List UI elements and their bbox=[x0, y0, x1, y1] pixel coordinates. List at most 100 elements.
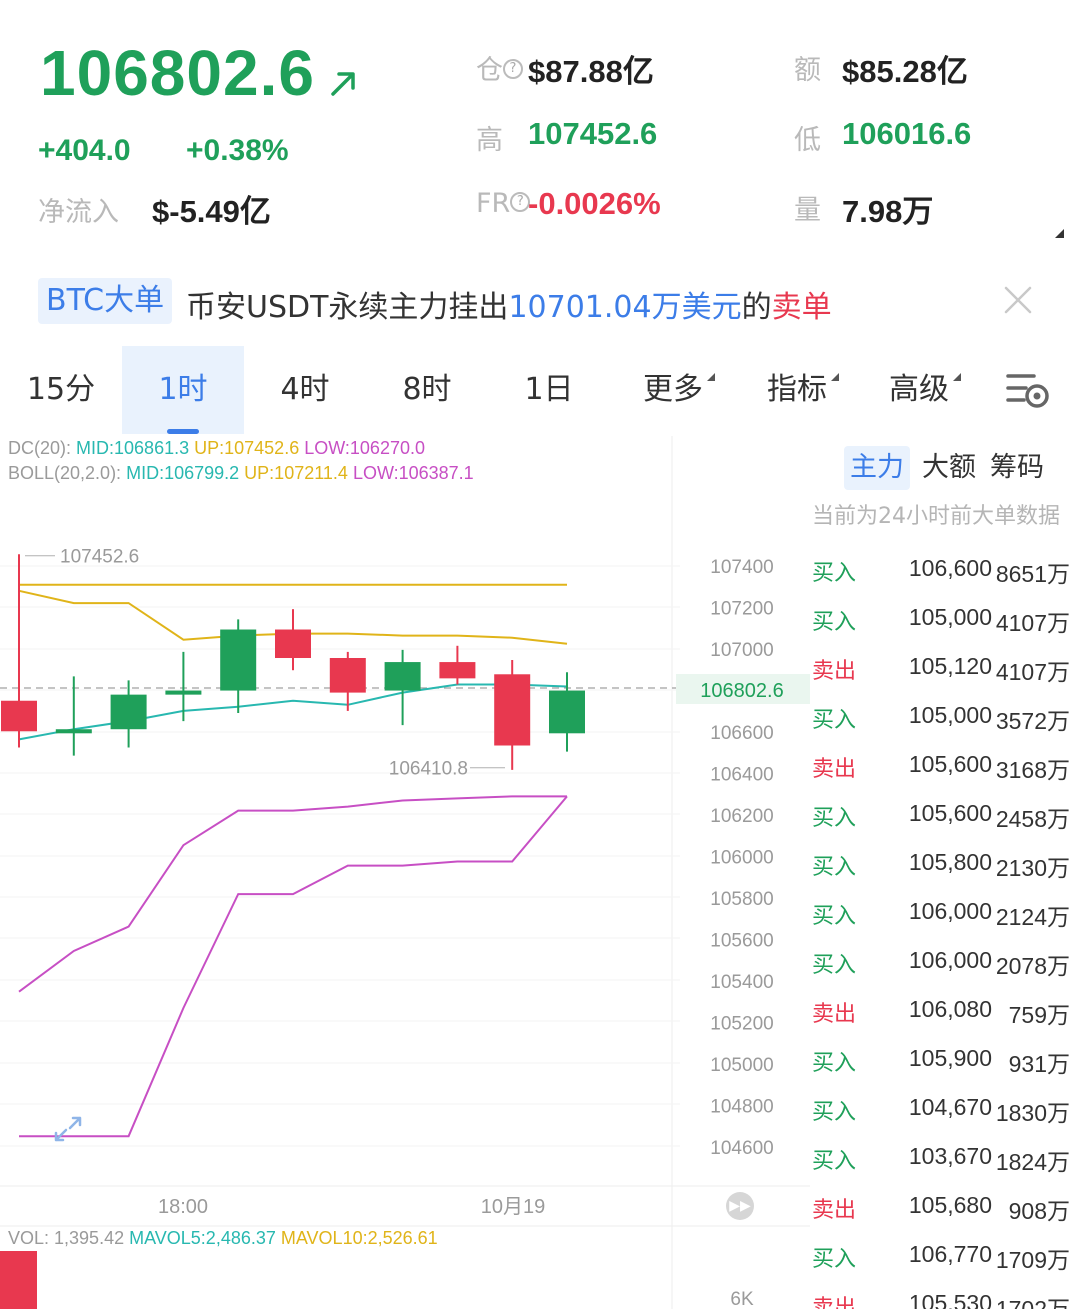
candlestick-chart[interactable]: 107400 107200 107000 106600 106400 106200 1060… bbox=[0, 436, 810, 1309]
tab-1h[interactable]: 1时 bbox=[122, 346, 244, 434]
order-row[interactable]: 买入 105,000 4107万 bbox=[812, 604, 1074, 653]
order-row[interactable]: 卖出 105,600 3168万 bbox=[812, 751, 1074, 800]
help-icon[interactable]: ? bbox=[503, 58, 523, 79]
turnover-value: $85.28亿 bbox=[842, 54, 968, 89]
order-price: 105,000 bbox=[908, 702, 992, 728]
order-row[interactable]: 卖出 105,680 908万 bbox=[812, 1192, 1074, 1241]
order-price: 104,670 bbox=[908, 1094, 992, 1120]
order-side: 卖出 bbox=[812, 1002, 857, 1027]
close-icon[interactable] bbox=[1002, 284, 1034, 316]
y-tick-label: 106400 bbox=[710, 765, 773, 786]
panel-tab-chips[interactable]: 筹码 bbox=[984, 446, 1050, 490]
order-row[interactable]: 买入 103,670 1824万 bbox=[812, 1143, 1074, 1192]
order-row[interactable]: 卖出 105,530 1702万 bbox=[812, 1290, 1074, 1309]
order-amount: 8651万 bbox=[995, 561, 1070, 587]
high-label: 高 bbox=[476, 125, 503, 156]
order-side: 买入 bbox=[812, 953, 857, 978]
low-label: 低 bbox=[794, 125, 821, 156]
tab-4h[interactable]: 4时 bbox=[244, 346, 366, 434]
y-tick-label: 106200 bbox=[710, 806, 773, 827]
tab-15m[interactable]: 15分 bbox=[0, 346, 122, 434]
order-amount: 2458万 bbox=[995, 806, 1070, 832]
order-row[interactable]: 卖出 105,120 4107万 bbox=[812, 653, 1074, 702]
timeframe-tabbar: 15分 1时 4时 8时 1日 更多 指标 高级 bbox=[0, 346, 1080, 434]
news-text[interactable]: 币安USDT永续主力挂出10701.04万美元的卖单 bbox=[186, 282, 832, 326]
order-side: 买入 bbox=[812, 806, 857, 831]
panel-tab-large-orders[interactable]: 大额 bbox=[916, 446, 982, 490]
order-row[interactable]: 买入 105,800 2130万 bbox=[812, 849, 1074, 898]
tab-more[interactable]: 更多 bbox=[612, 346, 734, 434]
order-side: 买入 bbox=[812, 1247, 857, 1272]
fullscreen-expand-icon[interactable] bbox=[50, 1112, 86, 1146]
funding-rate-label: FR? bbox=[476, 188, 531, 219]
order-row[interactable]: 买入 106,600 8651万 bbox=[812, 555, 1074, 604]
candle-body bbox=[1, 700, 37, 732]
order-row[interactable]: 买入 106,000 2124万 bbox=[812, 898, 1074, 947]
order-price: 105,530 bbox=[908, 1290, 992, 1309]
order-row[interactable]: 买入 105,600 2458万 bbox=[812, 800, 1074, 849]
volume-indicator-line: VOL: 1,395.42 MAVOL5:2,486.37 MAVOL10:2,… bbox=[8, 1228, 438, 1248]
order-row[interactable]: 买入 105,000 3572万 bbox=[812, 702, 1074, 751]
order-price: 105,000 bbox=[908, 604, 992, 630]
order-price: 106,000 bbox=[908, 947, 992, 973]
volume-label: 量 bbox=[794, 195, 821, 226]
order-row[interactable]: 买入 104,670 1830万 bbox=[812, 1094, 1074, 1143]
tab-indicators[interactable]: 指标 bbox=[736, 346, 858, 434]
price-change: +404.0 bbox=[38, 134, 131, 167]
order-amount: 1702万 bbox=[995, 1296, 1070, 1309]
chart-settings-icon[interactable] bbox=[1004, 370, 1052, 410]
order-row[interactable]: 买入 106,000 2078万 bbox=[812, 947, 1074, 996]
candle-body bbox=[55, 729, 92, 734]
candle-body bbox=[110, 694, 147, 730]
order-side: 买入 bbox=[812, 904, 857, 929]
dropdown-triangle-icon bbox=[707, 373, 715, 381]
order-price: 105,900 bbox=[908, 1045, 992, 1071]
order-side: 买入 bbox=[812, 708, 857, 733]
order-side: 买入 bbox=[812, 561, 857, 586]
order-side: 卖出 bbox=[812, 1296, 857, 1309]
order-amount: 1709万 bbox=[995, 1247, 1070, 1273]
tab-advanced[interactable]: 高级 bbox=[858, 346, 980, 434]
order-amount: 2078万 bbox=[995, 953, 1070, 979]
expand-triangle-icon[interactable] bbox=[1055, 229, 1064, 238]
y-tick-label: 104600 bbox=[710, 1138, 773, 1159]
y-tick-label: 106600 bbox=[710, 723, 773, 744]
netflow-label: 净流入 bbox=[38, 197, 119, 228]
order-price: 105,600 bbox=[908, 751, 992, 777]
turnover-label: 额 bbox=[794, 55, 821, 86]
dc-lower-line bbox=[19, 795, 568, 1138]
panel-note: 当前为24小时前大单数据 bbox=[812, 504, 1060, 529]
current-price-label: 106802.6 bbox=[700, 680, 783, 702]
order-amount: 759万 bbox=[1008, 1002, 1070, 1028]
y-tick-label: 105000 bbox=[710, 1055, 773, 1076]
price-change-pct: +0.38% bbox=[186, 134, 289, 167]
y-tick-label: 105200 bbox=[710, 1014, 773, 1035]
y-tick-label: 105800 bbox=[710, 889, 773, 910]
panel-tab-main-force[interactable]: 主力 bbox=[844, 446, 910, 490]
order-amount: 4107万 bbox=[995, 659, 1070, 685]
news-tag[interactable]: BTC大单 bbox=[38, 278, 173, 324]
order-price: 106,080 bbox=[908, 996, 992, 1022]
order-row[interactable]: 买入 106,770 1709万 bbox=[812, 1241, 1074, 1290]
order-row[interactable]: 买入 105,900 931万 bbox=[812, 1045, 1074, 1094]
order-side: 买入 bbox=[812, 610, 857, 635]
order-side: 卖出 bbox=[812, 757, 857, 782]
candle-body bbox=[439, 662, 476, 679]
low-value: 106016.6 bbox=[842, 116, 972, 151]
order-row[interactable]: 卖出 106,080 759万 bbox=[812, 996, 1074, 1045]
order-side: 卖出 bbox=[812, 659, 857, 684]
low-marker-label: 106410.8 bbox=[389, 759, 468, 780]
order-price: 105,680 bbox=[908, 1192, 992, 1218]
order-side: 买入 bbox=[812, 1100, 857, 1125]
news-mid: 的 bbox=[741, 290, 772, 325]
order-amount: 908万 bbox=[1008, 1198, 1070, 1224]
scroll-to-latest-icon[interactable]: ▶▶ bbox=[726, 1192, 754, 1220]
candle-body bbox=[384, 662, 421, 691]
news-prefix: 币安USDT永续主力挂出 bbox=[186, 290, 509, 325]
order-amount: 3168万 bbox=[995, 757, 1070, 783]
order-amount: 1824万 bbox=[995, 1149, 1070, 1175]
tab-8h[interactable]: 8时 bbox=[366, 346, 488, 434]
tab-1d[interactable]: 1日 bbox=[488, 346, 610, 434]
dropdown-triangle-icon bbox=[831, 373, 839, 381]
open-interest-value: $87.88亿 bbox=[528, 54, 654, 89]
